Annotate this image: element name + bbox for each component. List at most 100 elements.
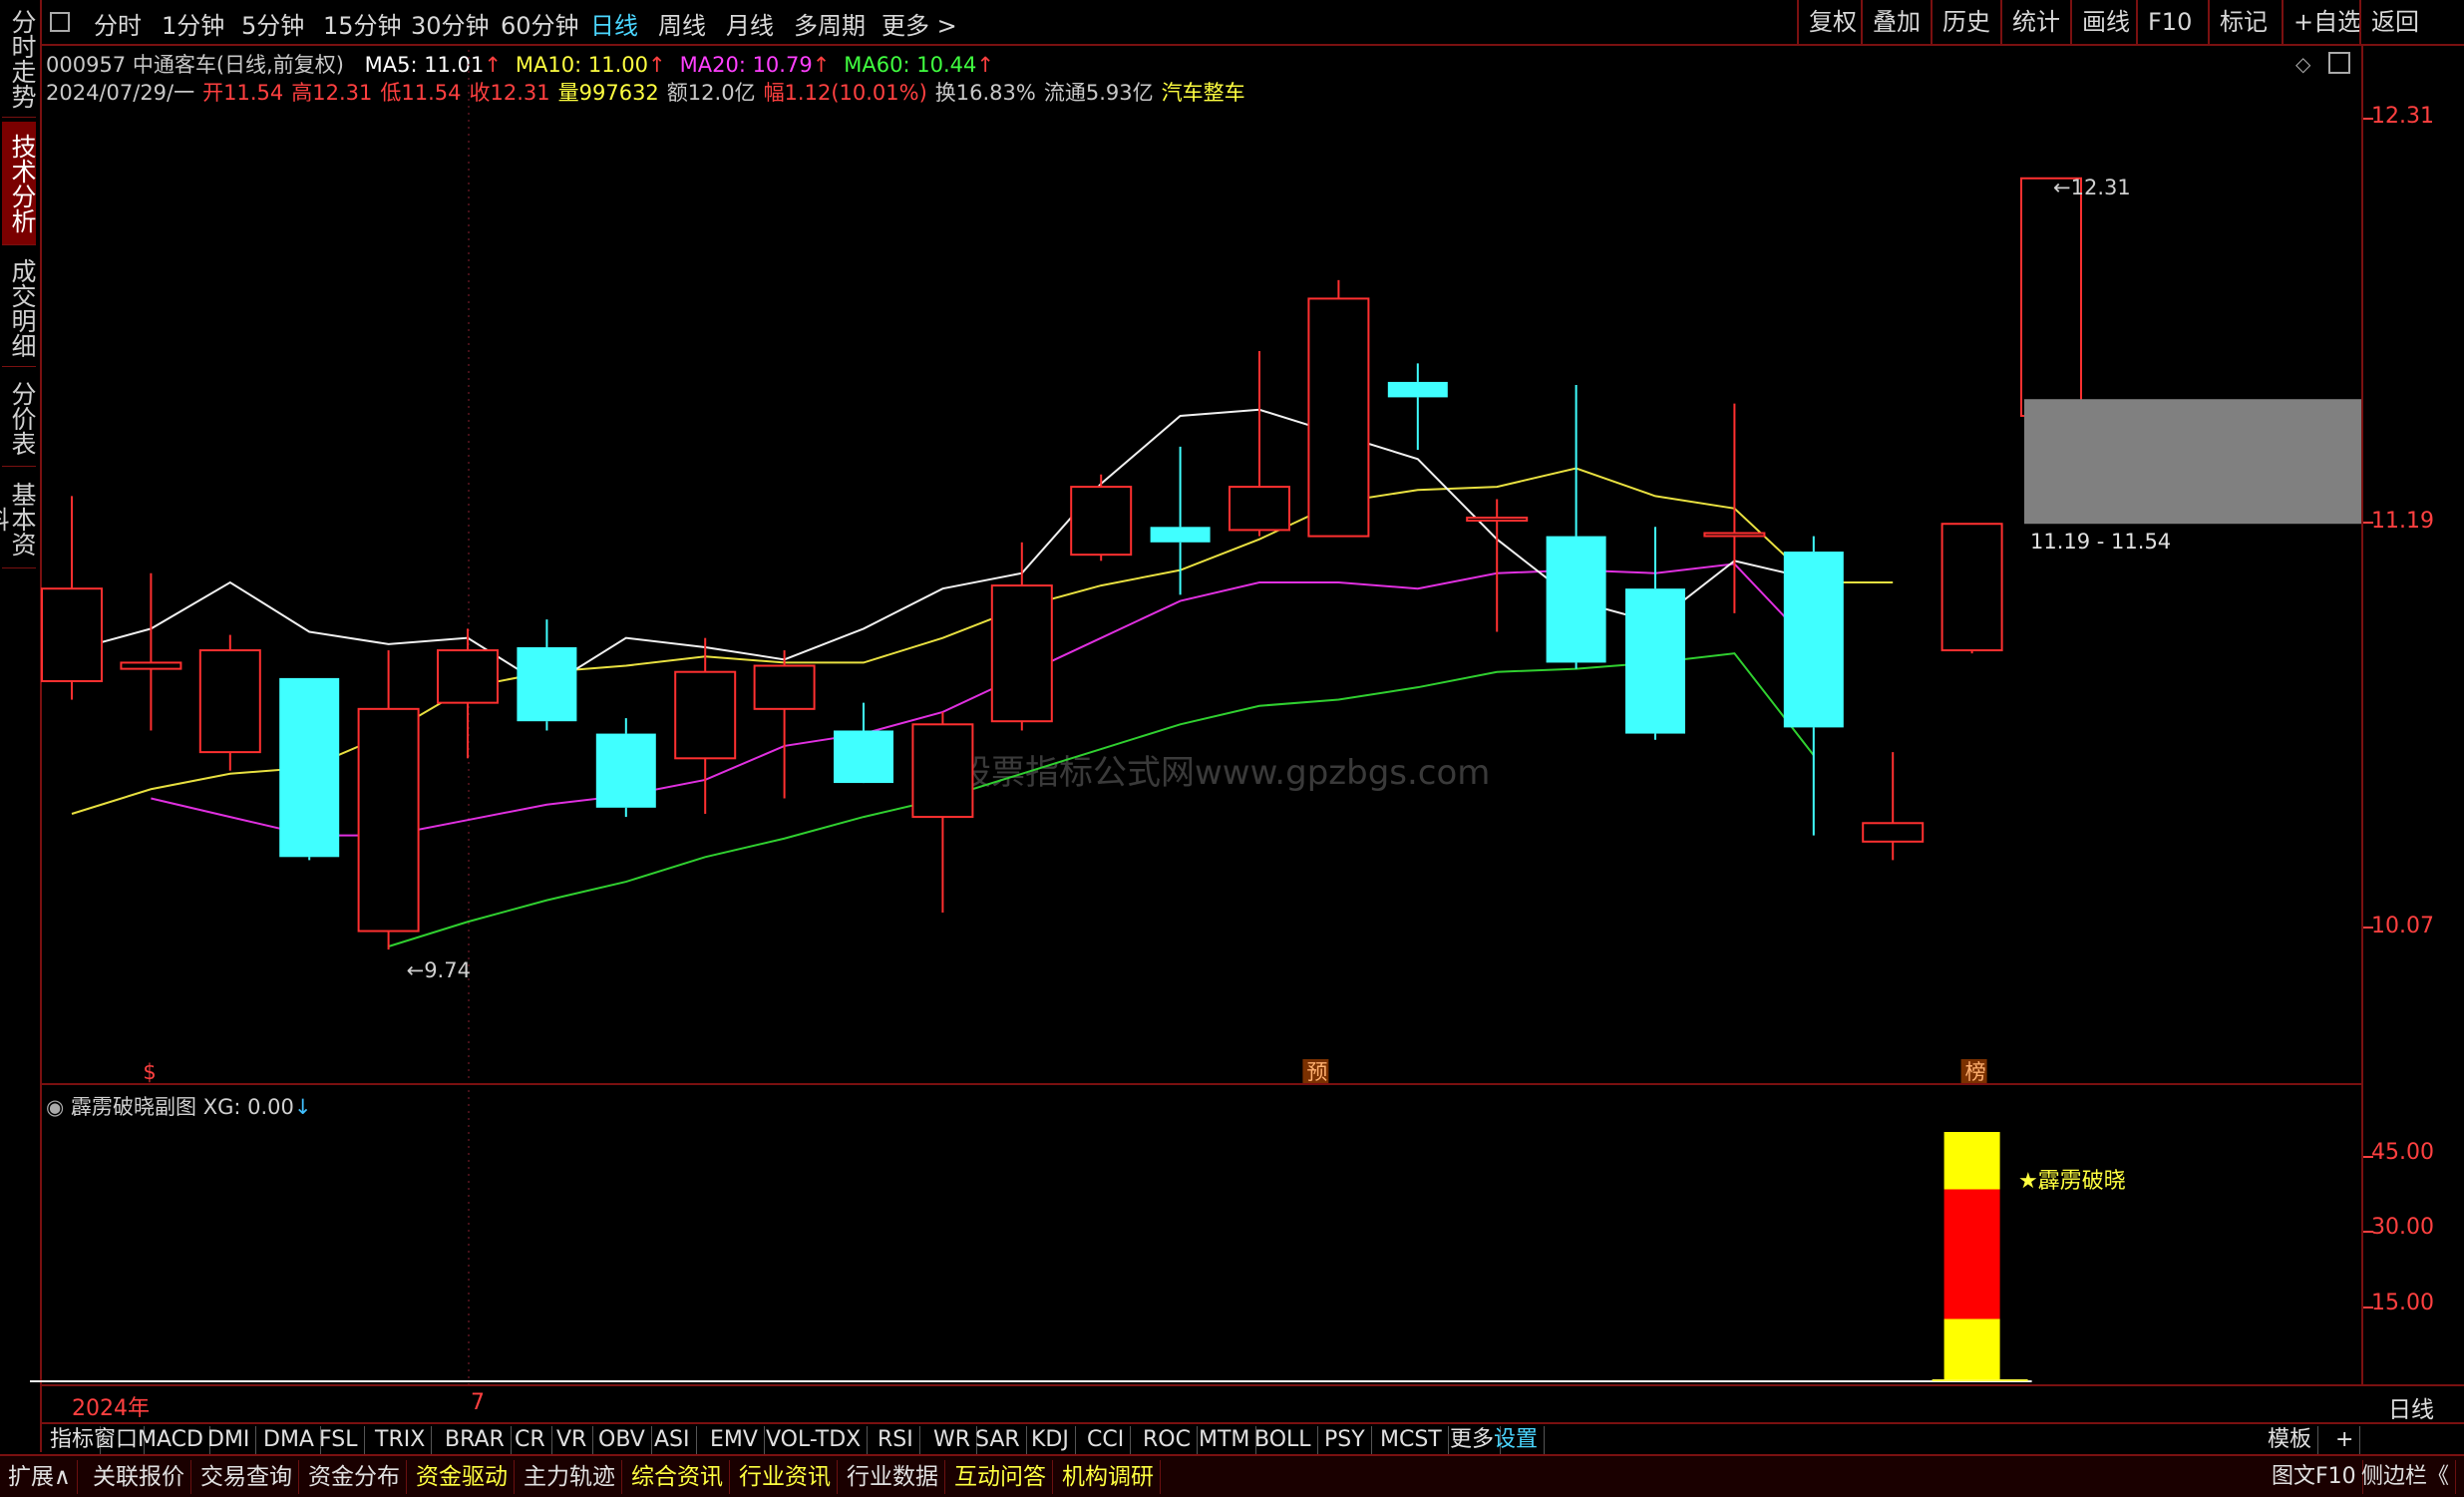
- candle-body: [357, 707, 420, 933]
- candle-18[interactable]: [1466, 499, 1529, 632]
- sub-axis-30: 30.00: [2371, 1215, 2434, 1240]
- candle-body: [1387, 381, 1448, 398]
- indicator-tab-12[interactable]: EMV: [704, 1426, 765, 1454]
- marker-2: 榜: [1965, 1060, 1986, 1084]
- xg-value: XG: 0.00: [202, 1095, 294, 1119]
- signal-bar-seg-2: [1943, 1132, 2000, 1190]
- candle-0[interactable]: [41, 496, 103, 700]
- candle-8[interactable]: [674, 637, 737, 814]
- signal-label: ★霹雳破晓: [2018, 1169, 2126, 1194]
- candle-body: [1703, 532, 1766, 538]
- candle-6[interactable]: [517, 619, 577, 731]
- candle-21[interactable]: [1703, 403, 1766, 613]
- candle-13[interactable]: [1070, 474, 1133, 561]
- indicator-tab-3[interactable]: DMI: [201, 1426, 257, 1454]
- signal-bar-seg-0: [1943, 1318, 2000, 1381]
- candle-15[interactable]: [1229, 351, 1290, 537]
- bottom-function-bar: 扩展∧ 关联报价 交易查询 资金分布 资金驱动 主力轨迹 综合资讯 行业资讯 行业数据 互动问答机…: [0, 1454, 2464, 1497]
- bottom-tab-5[interactable]: 主力轨迹: [518, 1460, 622, 1494]
- gap-label: 11.19 - 11.54: [2030, 530, 2171, 554]
- bottom-tab-4[interactable]: 资金驱动: [410, 1460, 515, 1494]
- candle-16[interactable]: [1307, 279, 1370, 538]
- low-annotation: ←9.74: [407, 958, 471, 982]
- candle-body: [279, 677, 340, 858]
- indicator-tab-25[interactable]: 设置: [1488, 1426, 1546, 1454]
- candle-body: [1229, 486, 1290, 532]
- indicator-tab-22[interactable]: PSY: [1318, 1426, 1372, 1454]
- indicator-tab-18[interactable]: CCI: [1081, 1426, 1132, 1454]
- indicator-tab-7[interactable]: BRAR: [439, 1426, 512, 1454]
- bottom-tab-7[interactable]: 行业资讯: [733, 1460, 838, 1494]
- candle-10[interactable]: [834, 702, 893, 784]
- bottom-tab-9[interactable]: 互动问答: [948, 1460, 1053, 1494]
- candle-body: [1625, 588, 1685, 734]
- candle-24[interactable]: [1940, 523, 2003, 654]
- indicator-tab-5[interactable]: FSL: [313, 1426, 365, 1454]
- bottom-tab-10[interactable]: 机构调研: [1056, 1460, 1161, 1494]
- indicator-tab-19[interactable]: ROC: [1137, 1426, 1198, 1454]
- indicator-tab-20[interactable]: MTM: [1193, 1426, 1257, 1454]
- watermark: 股票指标公式网www.gpzbgs.com: [957, 753, 1490, 793]
- kline-chart[interactable]: 股票指标公式网www.gpzbgs.com ←12.31 ←9.74 11.19 -…: [0, 0, 2464, 1495]
- indicator-tab-10[interactable]: OBV: [592, 1426, 652, 1454]
- indicator-tab-11[interactable]: ASI: [648, 1426, 697, 1454]
- bottom-tab-3[interactable]: 资金分布: [302, 1460, 407, 1494]
- candle-11[interactable]: [911, 711, 974, 913]
- bottom-tab-1[interactable]: 关联报价: [87, 1460, 191, 1494]
- candle-25[interactable]: [2020, 177, 2082, 417]
- price-label-mid: 11.19: [2371, 509, 2434, 534]
- timeline-year: 2024年: [72, 1396, 150, 1421]
- bottom-tab-0[interactable]: 扩展∧: [2, 1460, 78, 1494]
- indicator-tab-17[interactable]: KDJ: [1025, 1426, 1076, 1454]
- indicator-right-0[interactable]: 模板: [2262, 1426, 2319, 1454]
- indicator-tab-6[interactable]: TRIX: [369, 1426, 433, 1454]
- indicator-tab-bar: 指标 窗口 MACD DMI DMA FSL TRIX BRAR CR VR OBV ASI EMV VO…: [42, 1422, 2464, 1456]
- candle-17[interactable]: [1387, 363, 1448, 450]
- candle-body: [834, 730, 893, 784]
- bottom-tab-6[interactable]: 综合资讯: [625, 1460, 730, 1494]
- candle-body: [674, 670, 737, 760]
- bottom-tab-2[interactable]: 交易查询: [194, 1460, 299, 1494]
- candle-20[interactable]: [1625, 527, 1685, 740]
- candle-22[interactable]: [1783, 536, 1844, 836]
- candle-19[interactable]: [1546, 385, 1606, 669]
- timeline-month: 7: [471, 1390, 485, 1415]
- candle-1[interactable]: [120, 572, 182, 731]
- indicator-right-1[interactable]: +: [2329, 1426, 2361, 1454]
- candle-14[interactable]: [1150, 446, 1211, 595]
- candle-body: [1546, 536, 1606, 663]
- price-label-low: 10.07: [2371, 914, 2434, 938]
- candle-5[interactable]: [437, 628, 499, 759]
- bottom-right-0[interactable]: 图文F10: [2266, 1460, 2363, 1494]
- candle-4[interactable]: [357, 650, 420, 950]
- marker-0: $: [143, 1060, 156, 1084]
- signal-bar-seg-1: [1943, 1189, 2000, 1319]
- bottom-right-1[interactable]: 侧边栏《: [2355, 1460, 2457, 1494]
- price-axis-divider: [2361, 44, 2363, 1384]
- indicator-tab-16[interactable]: SAR: [969, 1426, 1027, 1454]
- indicator-tab-23[interactable]: MCST: [1374, 1426, 1449, 1454]
- indicator-tab-14[interactable]: RSI: [872, 1426, 920, 1454]
- candle-12[interactable]: [990, 542, 1053, 731]
- bottom-tab-8[interactable]: 行业数据: [841, 1460, 945, 1494]
- indicator-tab-2[interactable]: MACD: [132, 1426, 210, 1454]
- high-annotation: ←12.31: [2053, 176, 2131, 199]
- candle-3[interactable]: [279, 677, 340, 861]
- candle-9[interactable]: [753, 650, 816, 799]
- candle-body: [198, 649, 261, 754]
- indicator-tab-9[interactable]: VR: [550, 1426, 594, 1454]
- candle-body: [1862, 822, 1925, 843]
- candle-23[interactable]: [1862, 752, 1925, 861]
- candle-body: [1783, 552, 1844, 728]
- candle-7[interactable]: [595, 718, 656, 818]
- indicator-tab-21[interactable]: BOLL: [1248, 1426, 1318, 1454]
- sub-indicator-name[interactable]: 霹雳破晓副图: [71, 1095, 196, 1119]
- indicator-tab-13[interactable]: VOL-TDX: [760, 1426, 869, 1454]
- collapse-icon[interactable]: ◉: [46, 1095, 64, 1119]
- indicator-tab-4[interactable]: DMA: [257, 1426, 321, 1454]
- candle-body: [1307, 297, 1370, 538]
- candle-body: [1070, 486, 1133, 557]
- candle-2[interactable]: [198, 634, 261, 771]
- indicator-tab-8[interactable]: CR: [509, 1426, 552, 1454]
- period-indicator[interactable]: 日线: [2388, 1390, 2434, 1424]
